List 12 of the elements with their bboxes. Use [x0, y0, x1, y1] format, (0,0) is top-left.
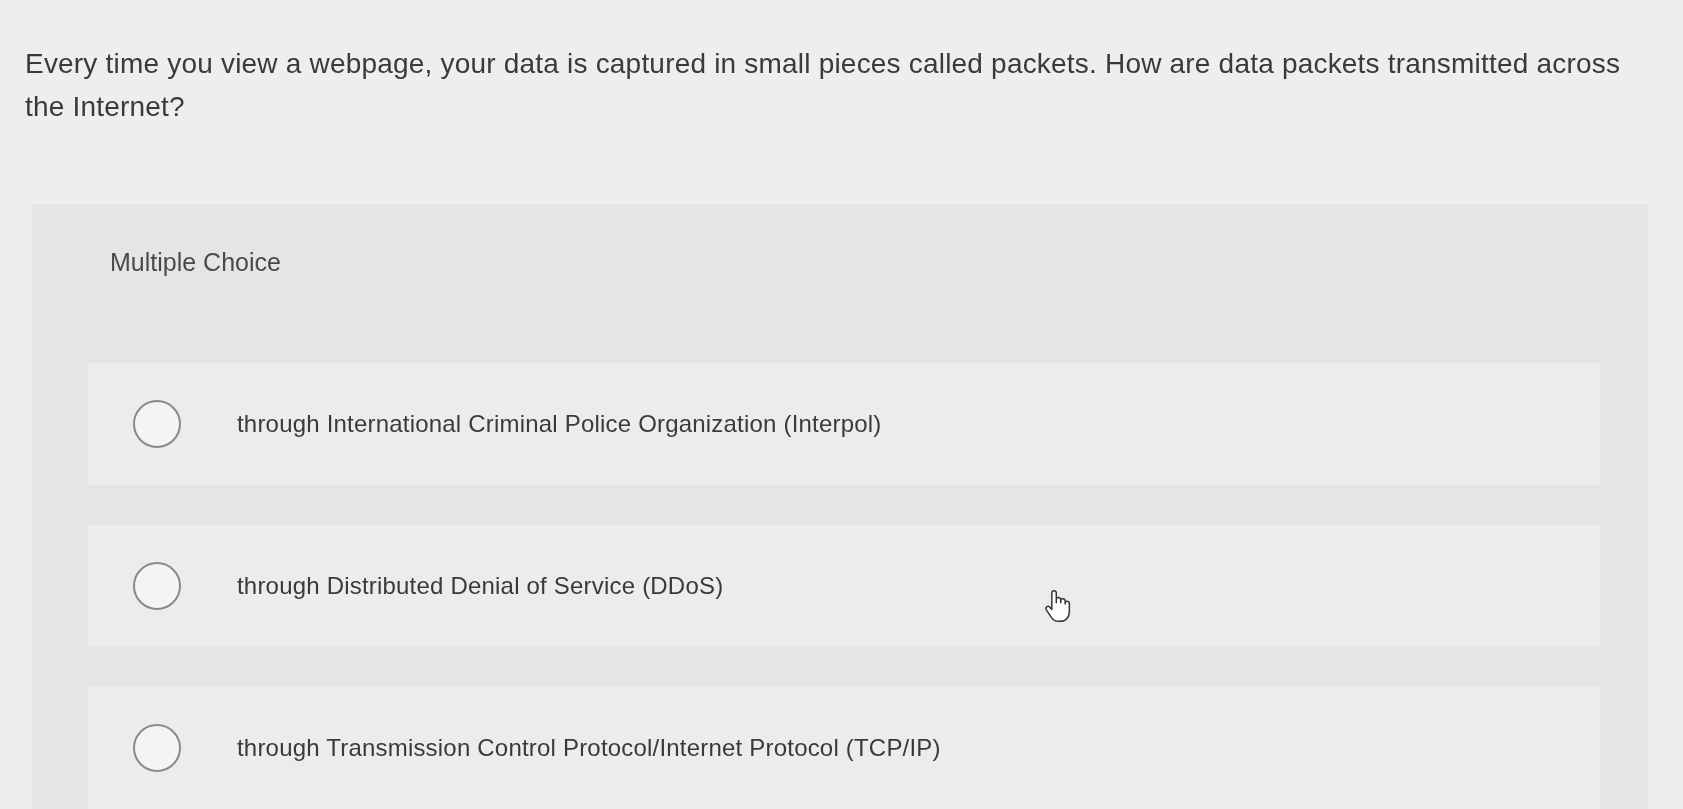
answer-option[interactable]: through Distributed Denial of Service (DDoS)	[88, 525, 1600, 647]
radio-button[interactable]	[133, 562, 181, 610]
radio-button[interactable]	[133, 724, 181, 772]
radio-button[interactable]	[133, 400, 181, 448]
answer-option[interactable]: through Transmission Control Protocol/Internet Protocol (TCP/IP)	[88, 687, 1600, 809]
hand-cursor-icon	[1043, 588, 1073, 625]
question-text: Every time you view a webpage, your data is captured in small pieces called packets. How are data packets transmitted across the Internet?	[25, 47, 1622, 124]
question-type-label: Multiple Choice	[110, 248, 281, 276]
option-text: through International Criminal Police Organization (Interpol)	[237, 409, 882, 439]
answer-option[interactable]: through International Criminal Police Organization (Interpol)	[88, 363, 1600, 485]
option-text: through Transmission Control Protocol/Internet Protocol (TCP/IP)	[237, 733, 941, 763]
option-text: through Distributed Denial of Service (DDoS)	[237, 571, 724, 601]
